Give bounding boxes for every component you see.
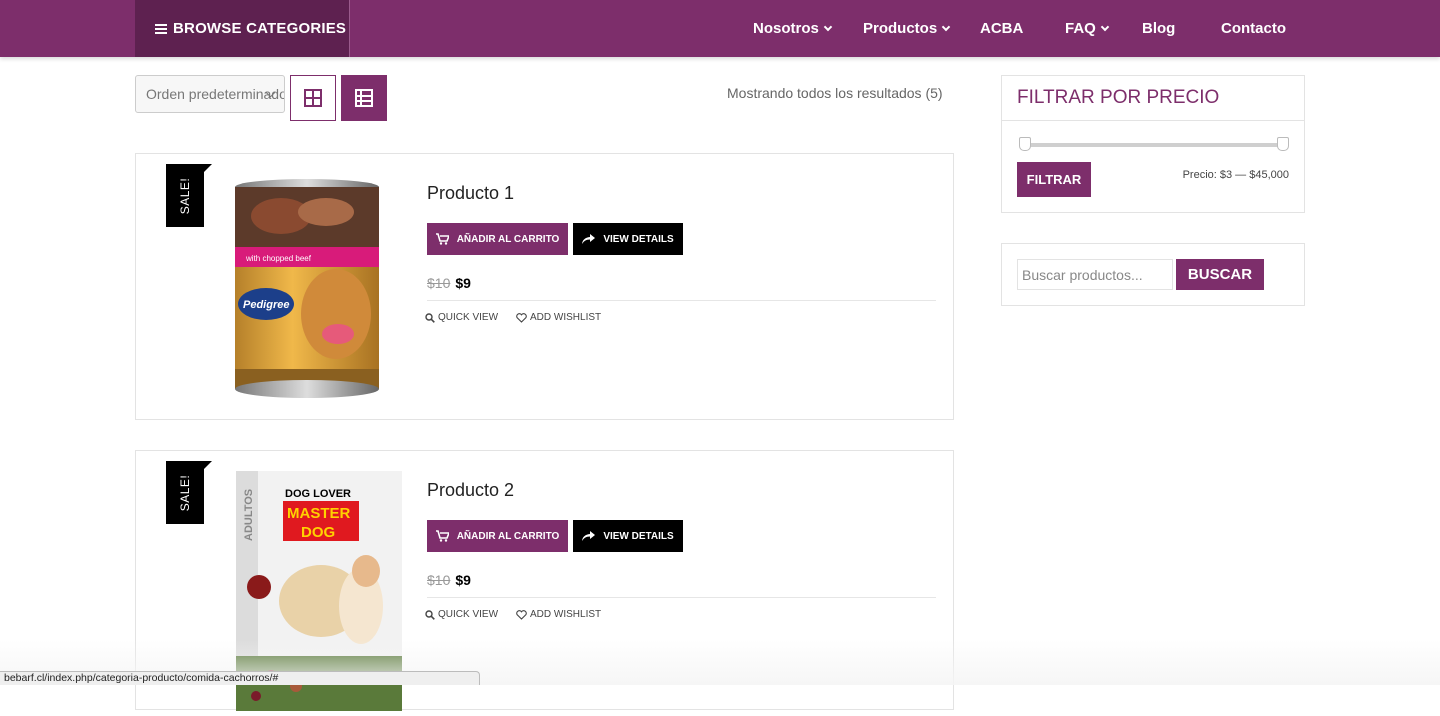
product-title[interactable]: Producto 1 (427, 183, 514, 204)
view-details-button[interactable]: View details (573, 223, 683, 255)
nav-label: Productos (863, 20, 938, 37)
product-image-can[interactable]: with chopped beef Pedigree (186, 164, 426, 414)
divider (427, 300, 936, 301)
product-actions: Quick view Add wishlist (425, 312, 601, 323)
menu-icon (155, 22, 167, 36)
sale-price: $9 (455, 572, 471, 588)
magnifier-icon (425, 312, 435, 323)
quick-view-link[interactable]: Quick view (425, 609, 498, 620)
nav-label: Contacto (1221, 20, 1286, 37)
add-wishlist-label: Add wishlist (530, 312, 602, 323)
chevron-down-icon (823, 22, 833, 31)
nav-label: FAQ (1065, 20, 1096, 37)
price-range-label: Precio: $3 — $45,000 (1182, 169, 1289, 181)
divider (427, 597, 936, 598)
filter-button[interactable]: FILTRAR (1017, 162, 1091, 197)
quick-view-label: Quick view (438, 312, 499, 323)
quick-view-link[interactable]: Quick view (425, 312, 498, 323)
svg-text:DOG LOVER: DOG LOVER (285, 488, 351, 500)
share-arrow-icon (582, 233, 596, 244)
add-to-cart-label: Añadir al carrito (456, 530, 560, 542)
view-details-label: View details (603, 530, 674, 542)
add-wishlist-label: Add wishlist (530, 609, 602, 620)
search-placeholder: Buscar productos... (1022, 266, 1143, 283)
view-details-label: View details (603, 233, 674, 245)
svg-text:Pedigree: Pedigree (243, 299, 289, 311)
view-details-button[interactable]: View details (573, 520, 683, 552)
top-navigation-bar: BROWSE CATEGORIES Nosotros Productos ACB… (0, 0, 1440, 57)
list-icon (355, 89, 373, 107)
orderby-value: Orden predeterminado (146, 86, 285, 102)
browse-categories-label: BROWSE CATEGORIES (173, 20, 347, 37)
nav-item-faq[interactable]: FAQ (1065, 0, 1110, 57)
slider-max-handle[interactable] (1277, 137, 1289, 151)
quick-view-label: Quick view (438, 609, 499, 620)
svg-text:ADULTOS: ADULTOS (243, 489, 255, 541)
price-filter-widget: FILTRAR POR PRECIO FILTRAR Precio: $3 — … (1001, 75, 1305, 213)
nav-item-productos[interactable]: Productos (863, 0, 951, 57)
nav-item-nosotros[interactable]: Nosotros (753, 0, 833, 57)
browse-categories-button[interactable]: BROWSE CATEGORIES (135, 0, 350, 57)
cart-icon (435, 233, 449, 245)
svg-text:DOG: DOG (301, 524, 335, 541)
slider-min-handle[interactable] (1019, 137, 1031, 151)
heart-icon (516, 312, 527, 323)
nav-item-blog[interactable]: Blog (1142, 0, 1175, 57)
dog-food-can-image: with chopped beef Pedigree (235, 179, 379, 398)
old-price: $10 (427, 275, 451, 291)
nav-item-acba[interactable]: ACBA (980, 0, 1023, 57)
product-card: SALE! with chopped beef Pedigree Product… (135, 153, 954, 420)
share-arrow-icon (582, 530, 596, 541)
add-to-cart-button[interactable]: Añadir al carrito (427, 223, 568, 255)
results-count: Mostrando todos los resultados (5) (727, 85, 943, 101)
chevron-down-icon (941, 22, 951, 31)
search-button[interactable]: BUSCAR (1176, 259, 1264, 290)
orderby-select[interactable]: Orden predeterminado (135, 75, 285, 113)
browser-status-bar: bebarf.cl/index.php/categoria-producto/c… (0, 671, 480, 685)
svg-text:MASTER: MASTER (287, 505, 351, 522)
product-price: $10 $9 (427, 275, 471, 291)
svg-text:with chopped beef: with chopped beef (245, 254, 312, 263)
add-to-cart-button[interactable]: Añadir al carrito (427, 520, 568, 552)
product-search-widget: Buscar productos... BUSCAR (1001, 243, 1305, 306)
widget-title: FILTRAR POR PRECIO (1002, 76, 1304, 121)
nav-label: Blog (1142, 20, 1176, 37)
nav-label: Nosotros (753, 20, 819, 37)
sale-price: $9 (455, 275, 471, 291)
product-price: $10 $9 (427, 572, 471, 588)
heart-icon (516, 609, 527, 620)
search-input[interactable]: Buscar productos... (1017, 259, 1173, 290)
price-range-slider[interactable] (1019, 137, 1289, 151)
chevron-down-icon (1100, 22, 1110, 31)
grid-icon (304, 89, 322, 107)
add-to-cart-label: Añadir al carrito (456, 233, 560, 245)
add-wishlist-link[interactable]: Add wishlist (516, 609, 601, 620)
product-title[interactable]: Producto 2 (427, 480, 514, 501)
nav-item-contacto[interactable]: Contacto (1221, 0, 1286, 57)
product-actions: Quick view Add wishlist (425, 609, 601, 620)
list-view-button[interactable] (341, 75, 387, 121)
nav-label: ACBA (980, 20, 1024, 37)
cart-icon (435, 530, 449, 542)
add-wishlist-link[interactable]: Add wishlist (516, 312, 601, 323)
magnifier-icon (425, 609, 435, 620)
old-price: $10 (427, 572, 451, 588)
grid-view-button[interactable] (290, 75, 336, 121)
